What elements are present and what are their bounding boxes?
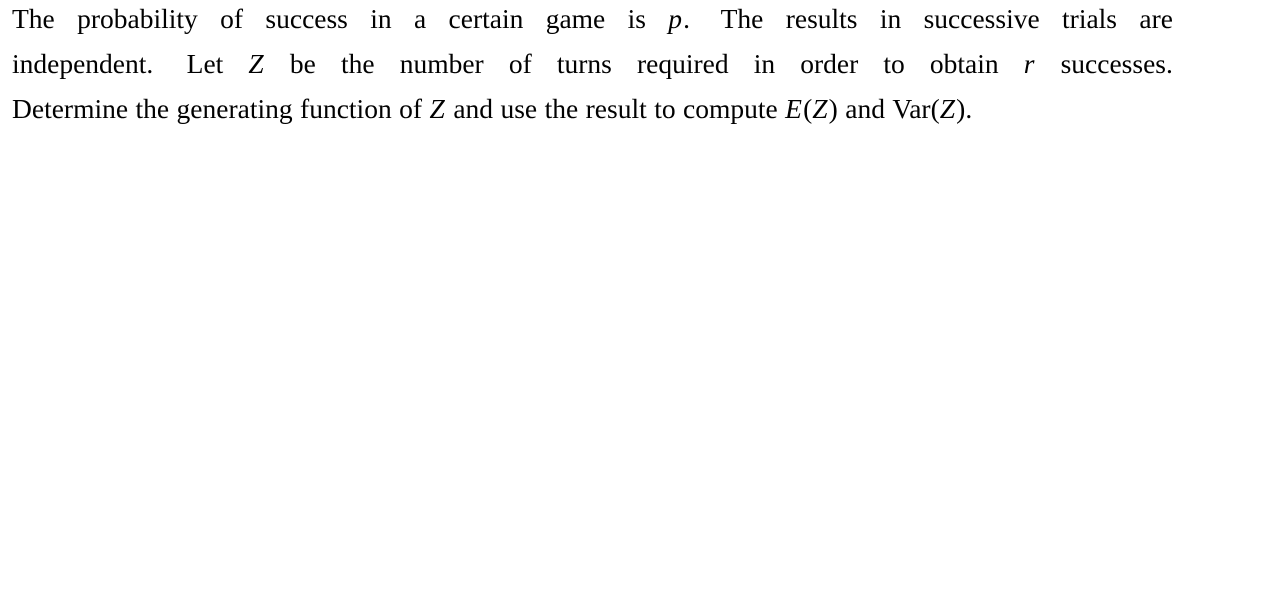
word: number	[399, 48, 484, 79]
word: to	[654, 93, 676, 124]
math-symbol-r: r	[1023, 48, 1035, 79]
paren-close: )	[828, 93, 838, 124]
text-line-2: independent. Let Z be the number of turn…	[12, 41, 1173, 86]
math-expression-variance: Var(Z).	[892, 86, 972, 131]
word: trials	[1062, 3, 1118, 34]
word: The	[720, 3, 764, 34]
math-symbol-e: E	[785, 93, 802, 124]
word: of	[220, 3, 244, 34]
math-operator-var: Var	[892, 93, 931, 124]
word: success	[265, 3, 348, 34]
word: are	[1139, 3, 1173, 34]
word-sentence-end: independent.	[12, 41, 162, 86]
period: .	[965, 93, 973, 124]
word: of	[508, 48, 532, 79]
word: the	[135, 93, 170, 124]
paren-close: )	[956, 93, 966, 124]
word: The	[12, 3, 55, 34]
word: certain	[448, 3, 524, 34]
word: use	[500, 93, 538, 124]
math-symbol-z: Z	[429, 93, 445, 124]
document-page: The probability of success in a certain …	[0, 0, 1274, 591]
word: required	[636, 48, 729, 79]
word: game	[545, 3, 606, 34]
word: function	[300, 93, 392, 124]
word: is	[627, 3, 646, 34]
word: turns	[556, 48, 612, 79]
math-symbol-z: Z	[248, 48, 264, 79]
word: compute	[683, 93, 778, 124]
text-line-3: Determine the generating function of Z a…	[12, 86, 1173, 131]
math-symbol-p: p	[668, 3, 683, 34]
word: obtain	[929, 48, 999, 79]
word: and	[453, 93, 494, 124]
word: order	[800, 48, 859, 79]
period: .	[683, 3, 690, 34]
word: results	[785, 3, 858, 34]
word: result	[585, 93, 647, 124]
paren-open: (	[930, 93, 940, 124]
math-symbol-z: Z	[812, 93, 828, 124]
word: in	[879, 3, 902, 34]
math-expression-expectation: E(Z)	[785, 86, 838, 131]
word: Determine	[12, 93, 129, 124]
word: and	[845, 93, 885, 124]
math-symbol-z: Z	[939, 93, 956, 124]
word: in	[753, 48, 776, 79]
word: generating	[176, 93, 293, 124]
math-symbol-p-group: p.	[668, 0, 698, 41]
word: probability	[77, 3, 198, 34]
word: the	[340, 48, 375, 79]
word: be	[289, 48, 316, 79]
word: of	[399, 93, 423, 124]
text-line-1: The probability of success in a certain …	[12, 0, 1173, 41]
word: successive	[923, 3, 1040, 34]
word: successes.	[1060, 48, 1173, 79]
paren-open: (	[803, 93, 813, 124]
word: to	[883, 48, 905, 79]
word: in	[370, 3, 392, 34]
word: a	[413, 3, 427, 34]
word: independent.	[12, 48, 154, 79]
word: the	[544, 93, 579, 124]
word: Let	[186, 48, 224, 79]
